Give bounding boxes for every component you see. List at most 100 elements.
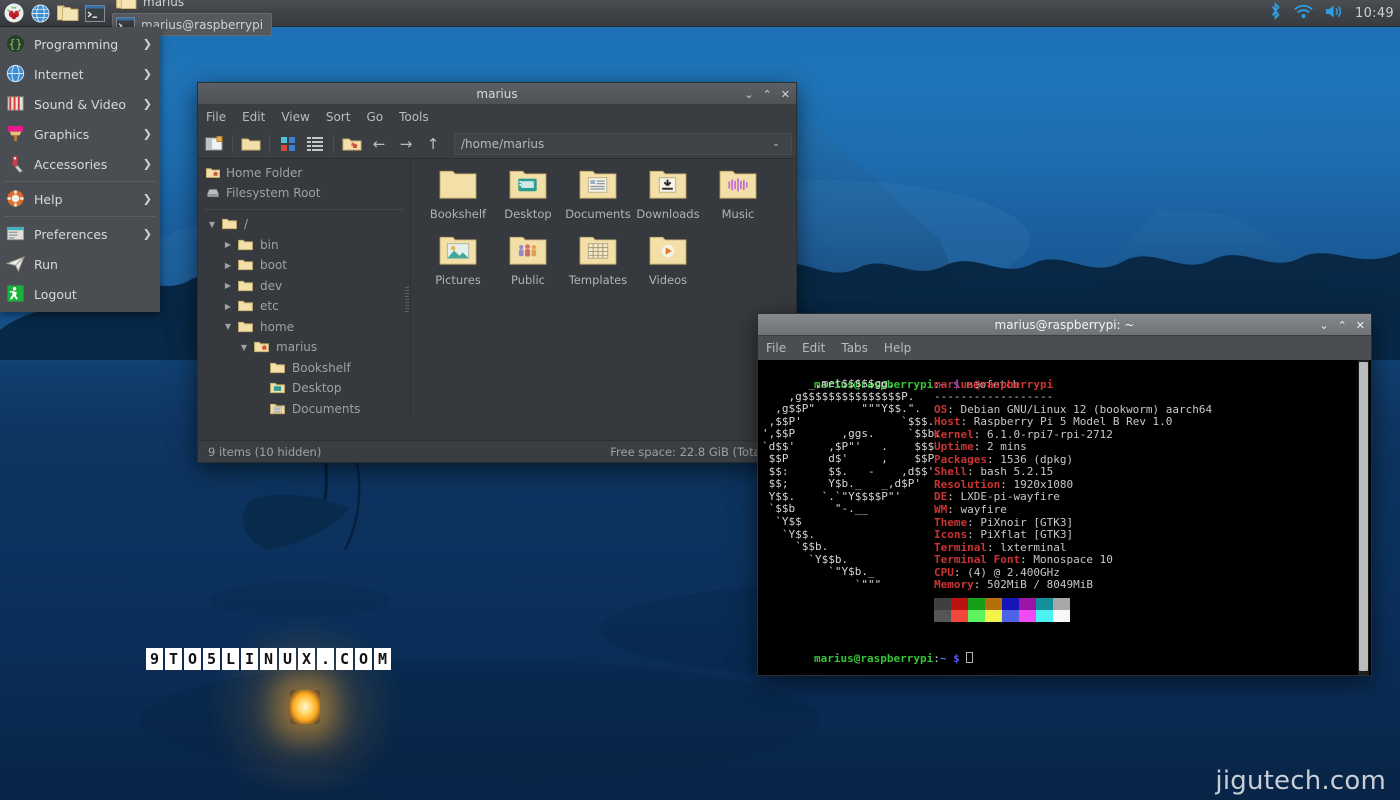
- file-item[interactable]: Videos: [633, 235, 703, 287]
- terminal-menubar[interactable]: File Edit Tabs Help: [758, 336, 1371, 360]
- twisty-collapsed-icon[interactable]: ▶: [222, 261, 234, 270]
- menu-item-internet[interactable]: Internet ❯: [0, 59, 160, 89]
- menu-item-sound-video[interactable]: Sound & Video ❯: [0, 89, 160, 119]
- raspberry-menu-icon[interactable]: [0, 0, 27, 27]
- wifi-icon[interactable]: [1293, 3, 1314, 24]
- tree-node-bin[interactable]: ▶ bin: [198, 235, 410, 256]
- tree-node-label: boot: [260, 258, 288, 273]
- web-browser-icon[interactable]: [27, 0, 54, 27]
- tree-node-desktop[interactable]: Desktop: [198, 378, 410, 399]
- twisty-expanded-icon[interactable]: ▼: [206, 220, 218, 229]
- file-item[interactable]: Public: [493, 235, 563, 287]
- file-item[interactable]: Desktop: [493, 169, 563, 221]
- tree-node-documents[interactable]: Documents: [198, 399, 410, 419]
- menu-go[interactable]: Go: [366, 110, 383, 124]
- file-manager-window-buttons: ⌄ ⌃ ✕: [744, 83, 790, 105]
- menu-edit[interactable]: Edit: [242, 110, 265, 124]
- icon-view-icon[interactable]: [276, 132, 300, 156]
- maximize-icon[interactable]: ⌃: [1338, 320, 1347, 331]
- terminal-scrollbar[interactable]: [1358, 360, 1369, 675]
- menu-item-preferences[interactable]: Preferences ❯: [0, 219, 160, 249]
- menu-item-run[interactable]: Run: [0, 249, 160, 279]
- terminal-scrollbar-thumb[interactable]: [1359, 362, 1368, 671]
- path-input[interactable]: /home/marius ⌄: [454, 132, 792, 155]
- file-listing-area[interactable]: Bookshelf Desktop Documents Downloads Music P…: [411, 159, 796, 418]
- file-item-label: Templates: [568, 273, 628, 287]
- forward-icon[interactable]: →: [394, 132, 418, 156]
- file-item[interactable]: Templates: [563, 235, 633, 287]
- menu-file[interactable]: File: [206, 110, 226, 124]
- system-tray[interactable]: 10:49: [1268, 1, 1400, 24]
- place-home-folder[interactable]: Home Folder: [198, 163, 410, 183]
- file-manager-sidebar[interactable]: Home Folder Filesystem Root ▼ / ▶ bin ▶ boot ▶…: [198, 159, 411, 418]
- task-button-1[interactable]: marius: [112, 0, 272, 13]
- twisty-expanded-icon[interactable]: ▼: [222, 322, 234, 331]
- palette-row-dark: [934, 597, 1070, 610]
- place-filesystem-root[interactable]: Filesystem Root: [198, 183, 410, 203]
- menu-item-graphics[interactable]: Graphics ❯: [0, 119, 160, 149]
- terminal-window[interactable]: marius@raspberrypi: ~ ⌄ ⌃ ✕ File Edit Ta…: [757, 313, 1372, 676]
- terminal-menu-tabs[interactable]: Tabs: [841, 341, 868, 355]
- minimize-icon[interactable]: ⌄: [744, 89, 753, 100]
- clock[interactable]: 10:49: [1355, 6, 1394, 21]
- watermark-char: O: [184, 648, 201, 670]
- terminal-titlebar[interactable]: marius@raspberrypi: ~ ⌄ ⌃ ✕: [758, 314, 1371, 336]
- tree-node-[interactable]: ▼ /: [198, 214, 410, 235]
- tree-node-marius[interactable]: ▼ marius: [198, 337, 410, 358]
- terminal-icon[interactable]: [81, 0, 108, 27]
- close-icon[interactable]: ✕: [781, 89, 790, 100]
- start-menu[interactable]: {} Programming ❯ Internet ❯ Sound & Video ❯ Gra…: [0, 27, 160, 312]
- file-grid[interactable]: Bookshelf Desktop Documents Downloads Music P…: [423, 169, 796, 287]
- tree-node-home[interactable]: ▼ home: [198, 317, 410, 338]
- minimize-icon[interactable]: ⌄: [1319, 320, 1328, 331]
- menu-sort[interactable]: Sort: [326, 110, 351, 124]
- tree-node-etc[interactable]: ▶ etc: [198, 296, 410, 317]
- path-dropdown-icon[interactable]: ⌄: [767, 138, 785, 149]
- up-icon[interactable]: ↑: [421, 132, 445, 156]
- maximize-icon[interactable]: ⌃: [763, 89, 772, 100]
- sidebar-resize-handle[interactable]: [405, 287, 409, 313]
- new-tab-icon[interactable]: [202, 132, 226, 156]
- file-item[interactable]: Music: [703, 169, 773, 221]
- tree-node-label: Documents: [292, 401, 361, 416]
- taskbar-panel[interactable]: marius marius@raspberrypi:.. 10:49: [0, 0, 1400, 36]
- twisty-collapsed-icon[interactable]: ▶: [222, 302, 234, 311]
- file-manager-toolbar[interactable]: ← → ↑ /home/marius ⌄: [198, 129, 796, 159]
- bluetooth-icon[interactable]: [1268, 1, 1283, 24]
- tree-node-bookshelf[interactable]: Bookshelf: [198, 358, 410, 379]
- twisty-collapsed-icon[interactable]: ▶: [222, 240, 234, 249]
- tree-node-dev[interactable]: ▶ dev: [198, 276, 410, 297]
- file-item[interactable]: Bookshelf: [423, 169, 493, 221]
- file-item[interactable]: Downloads: [633, 169, 703, 221]
- file-item[interactable]: Pictures: [423, 235, 493, 287]
- terminal-output[interactable]: marius@raspberrypi:~ $ neofetch _,met$$$…: [758, 360, 1371, 675]
- close-icon[interactable]: ✕: [1356, 320, 1365, 331]
- directory-tree[interactable]: ▼ / ▶ bin ▶ boot ▶ dev ▶ etc ▼ home ▼ marius Bookshelf…: [198, 214, 410, 418]
- menu-view[interactable]: View: [281, 110, 309, 124]
- menu-item-programming[interactable]: {} Programming ❯: [0, 29, 160, 59]
- watermark-char: L: [222, 648, 239, 670]
- detailed-list-view-icon[interactable]: [303, 132, 327, 156]
- twisty-collapsed-icon[interactable]: ▶: [222, 281, 234, 290]
- home-icon[interactable]: [340, 132, 364, 156]
- file-manager-titlebar[interactable]: marius ⌄ ⌃ ✕: [198, 83, 796, 105]
- menu-tools[interactable]: Tools: [399, 110, 429, 124]
- menu-item-accessories[interactable]: Accessories ❯: [0, 149, 160, 179]
- terminal-menu-help[interactable]: Help: [884, 341, 911, 355]
- tree-node-boot[interactable]: ▶ boot: [198, 255, 410, 276]
- start-menu-list[interactable]: {} Programming ❯ Internet ❯ Sound & Video ❯ Gra…: [0, 29, 160, 309]
- terminal-menu-edit[interactable]: Edit: [802, 341, 825, 355]
- panel-launchers[interactable]: [0, 0, 108, 27]
- volume-icon[interactable]: [1324, 3, 1345, 24]
- file-manager-icon[interactable]: [54, 0, 81, 27]
- file-manager-menubar[interactable]: File Edit View Sort Go Tools: [198, 105, 796, 129]
- menu-item-logout[interactable]: Logout: [0, 279, 160, 309]
- menu-item-help[interactable]: Help ❯: [0, 184, 160, 214]
- new-folder-icon[interactable]: [239, 132, 263, 156]
- terminal-menu-file[interactable]: File: [766, 341, 786, 355]
- twisty-expanded-icon[interactable]: ▼: [238, 343, 250, 352]
- file-manager-window[interactable]: marius ⌄ ⌃ ✕ File Edit View Sort Go Tool…: [197, 82, 797, 463]
- back-icon[interactable]: ←: [367, 132, 391, 156]
- file-item[interactable]: Documents: [563, 169, 633, 221]
- terminal-active-prompt[interactable]: marius@raspberrypi:~ $: [761, 640, 974, 665]
